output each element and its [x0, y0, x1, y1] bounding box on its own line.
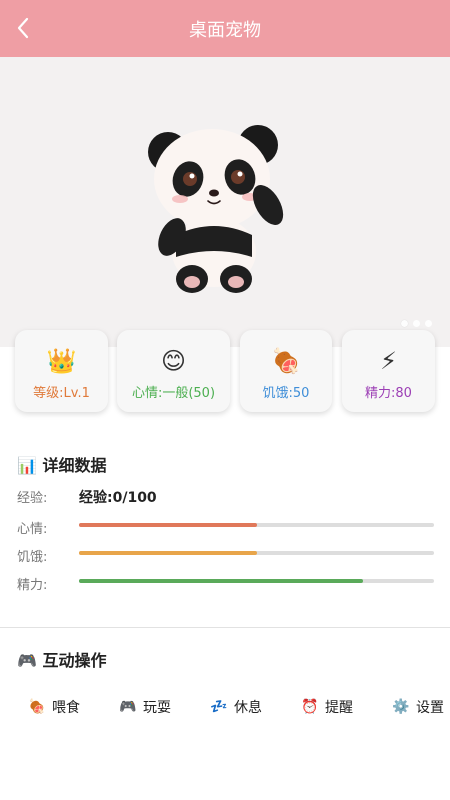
panda-image[interactable] — [140, 117, 305, 297]
stat-label: 心情:一般(50) — [131, 386, 216, 401]
energy-bar — [79, 579, 434, 583]
stat-label: 饥饿:50 — [262, 386, 310, 401]
carousel-dot[interactable] — [413, 320, 420, 327]
gamepad-icon: 🎮 — [119, 699, 137, 715]
hunger-bar — [79, 551, 434, 555]
app-header: 桌面宠物 — [0, 0, 450, 57]
mood-bar — [79, 523, 434, 527]
energy-label: 精力: — [17, 578, 48, 593]
exp-value: 经验:0/100 — [79, 490, 157, 506]
energy-bar-fill — [79, 579, 363, 583]
stat-card-level[interactable]: 👑 等级:Lv.1 — [15, 330, 108, 412]
stat-label: 等级:Lv.1 — [33, 386, 90, 401]
pet-display-area — [0, 57, 450, 347]
stat-card-energy[interactable]: ⚡ 精力:80 — [342, 330, 435, 412]
stat-card-hunger[interactable]: 🍖 饥饿:50 — [240, 330, 332, 412]
alarm-clock-icon: ⏰ — [301, 699, 319, 715]
mood-label: 心情: — [17, 522, 48, 537]
action-label: 设置 — [416, 700, 444, 716]
carousel-dot[interactable] — [401, 320, 408, 327]
section-divider — [0, 627, 450, 628]
carousel-dot[interactable] — [425, 320, 432, 327]
gear-icon: ⚙️ — [392, 699, 410, 715]
lightning-icon: ⚡ — [380, 347, 397, 375]
play-button[interactable]: 🎮 玩耍 — [119, 695, 171, 719]
hunger-bar-fill — [79, 551, 257, 555]
exp-label: 经验: — [17, 491, 48, 506]
sleep-icon: 💤 — [210, 699, 228, 715]
details-title: 📊 详细数据 — [17, 456, 107, 475]
feed-button[interactable]: 🍖 喂食 — [28, 695, 80, 719]
meat-icon: 🍖 — [28, 699, 46, 715]
action-label: 提醒 — [325, 700, 353, 716]
meat-icon: 🍖 — [271, 347, 301, 375]
page-title: 桌面宠物 — [189, 20, 261, 41]
rest-button[interactable]: 💤 休息 — [210, 695, 262, 719]
mood-bar-fill — [79, 523, 257, 527]
stats-cards: 👑 等级:Lv.1 😊 心情:一般(50) 🍖 饥饿:50 ⚡ 精力:80 — [0, 330, 450, 412]
action-label: 休息 — [234, 700, 262, 716]
action-label: 喂食 — [52, 700, 80, 716]
hunger-label: 饥饿: — [17, 550, 48, 565]
settings-button[interactable]: ⚙️ 设置 — [392, 695, 444, 719]
actions-title: 🎮 互动操作 — [17, 651, 107, 670]
carousel-dots — [401, 320, 432, 327]
crown-icon: 👑 — [46, 347, 77, 375]
reminder-button[interactable]: ⏰ 提醒 — [301, 695, 353, 719]
stat-card-mood[interactable]: 😊 心情:一般(50) — [117, 330, 230, 412]
smile-icon: 😊 — [160, 347, 187, 375]
stat-label: 精力:80 — [365, 386, 412, 401]
action-label: 玩耍 — [143, 700, 171, 716]
